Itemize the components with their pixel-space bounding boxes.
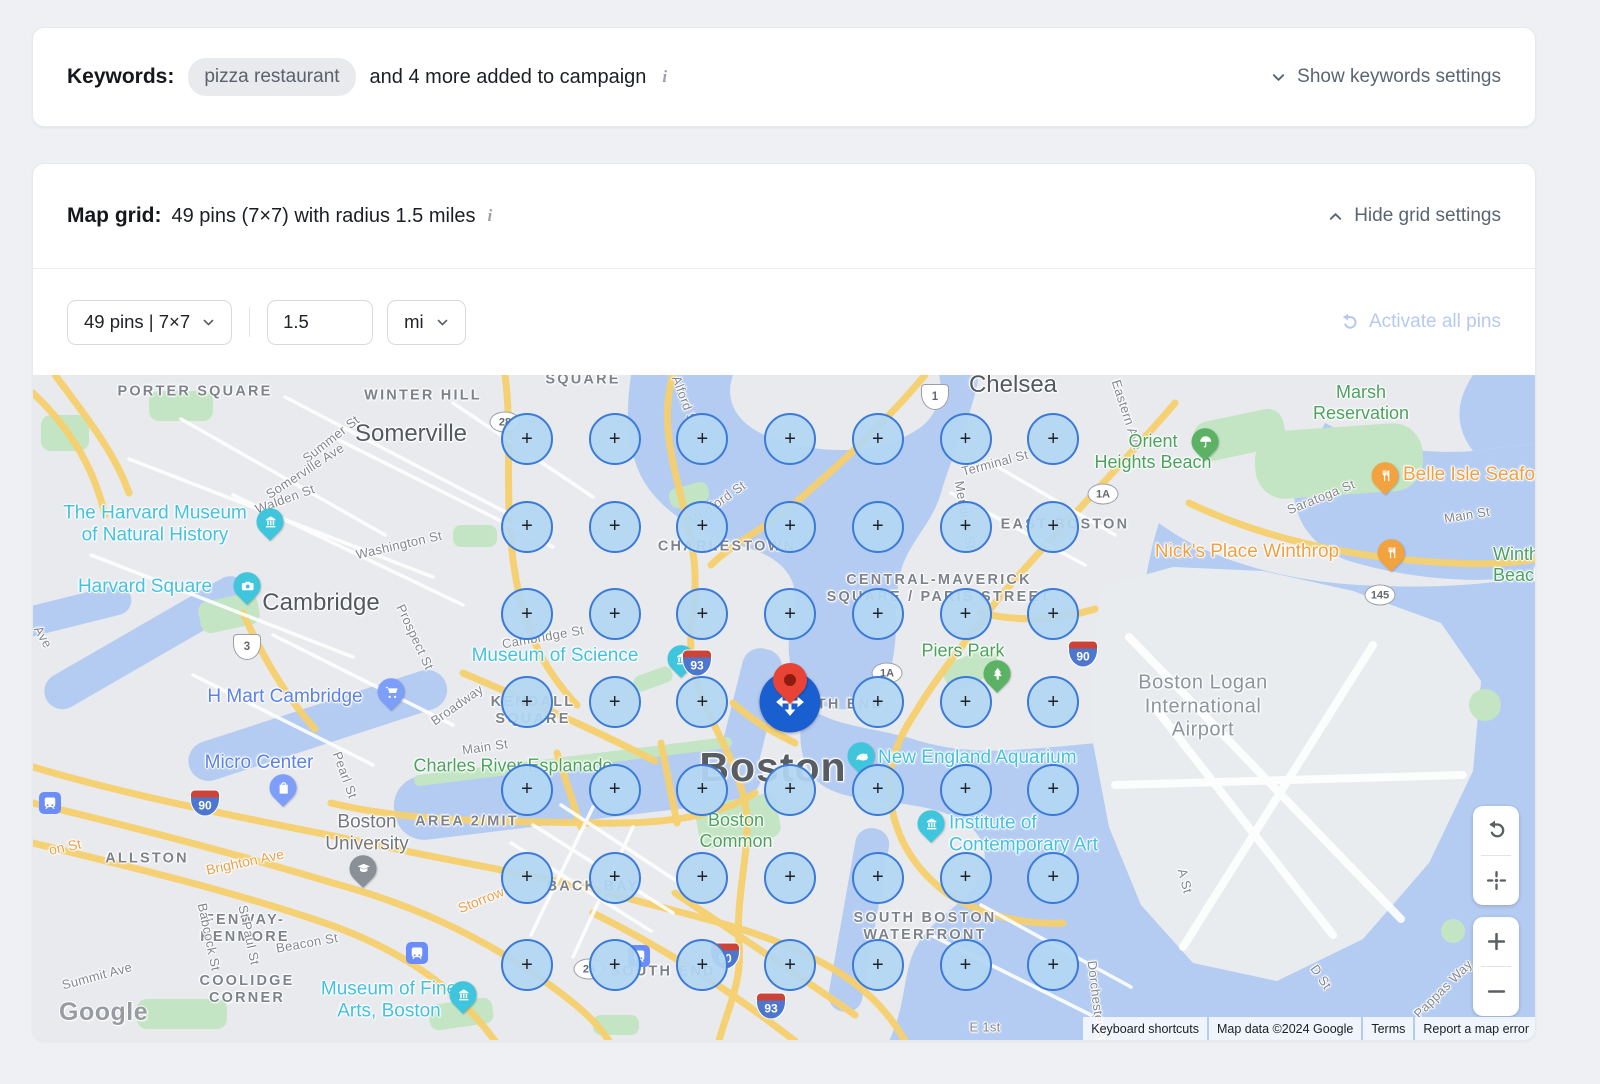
- map-grid-header: Map grid: 49 pins (7×7) with radius 1.5 …: [33, 164, 1535, 269]
- radius-unit-select[interactable]: mi: [387, 300, 466, 345]
- activate-all-pins-label: Activate all pins: [1369, 311, 1501, 333]
- grid-pin-r4-c1[interactable]: +: [501, 676, 553, 728]
- grid-settings-toolbar: 49 pins | 7×7 mi Activate all pins: [33, 269, 1535, 375]
- keyboard-shortcuts-button[interactable]: Keyboard shortcuts: [1083, 1017, 1207, 1041]
- grid-pin-r7-c1[interactable]: +: [501, 939, 553, 991]
- grid-pin-r7-c6[interactable]: +: [940, 939, 992, 991]
- hide-grid-settings-label: Hide grid settings: [1354, 205, 1501, 227]
- pins-count-select[interactable]: 49 pins | 7×7: [67, 300, 232, 345]
- grid-center-move-handle[interactable]: [760, 672, 821, 733]
- toolbar-divider: [249, 307, 250, 337]
- keywords-label: Keywords:: [67, 65, 174, 89]
- activate-all-pins-button[interactable]: Activate all pins: [1340, 311, 1501, 333]
- grid-pin-r4-c5[interactable]: +: [852, 676, 904, 728]
- crosshair-icon: [1486, 870, 1507, 891]
- grid-pin-r5-c6[interactable]: +: [940, 764, 992, 816]
- grid-pin-r6-c3[interactable]: +: [676, 852, 728, 904]
- map-grid-card: Map grid: 49 pins (7×7) with radius 1.5 …: [32, 163, 1536, 1041]
- grid-pin-r6-c7[interactable]: +: [1027, 852, 1079, 904]
- radius-input[interactable]: [267, 300, 373, 345]
- grid-pin-r2-c1[interactable]: +: [501, 501, 553, 553]
- grid-pin-r6-c4[interactable]: +: [764, 852, 816, 904]
- grid-pin-r3-c1[interactable]: +: [501, 588, 553, 640]
- grid-pin-r7-c2[interactable]: +: [589, 939, 641, 991]
- map-grid-label: Map grid:: [67, 204, 162, 228]
- grid-pin-r2-c5[interactable]: +: [852, 501, 904, 553]
- grid-pin-r5-c3[interactable]: +: [676, 764, 728, 816]
- chevron-down-icon: [436, 316, 449, 329]
- map-data-credit: Map data ©2024 Google: [1209, 1017, 1361, 1041]
- chevron-down-icon: [1271, 70, 1286, 85]
- map-attribution: Keyboard shortcuts Map data ©2024 Google…: [1083, 1017, 1536, 1041]
- terms-link[interactable]: Terms: [1363, 1017, 1413, 1041]
- keywords-info-icon[interactable]: i: [660, 67, 669, 87]
- undo-icon: [1486, 820, 1507, 841]
- grid-pin-r2-c3[interactable]: +: [676, 501, 728, 553]
- map-recenter-button[interactable]: [1473, 856, 1519, 905]
- minus-icon: [1486, 981, 1507, 1002]
- map-undo-button[interactable]: [1473, 806, 1519, 855]
- grid-pin-r6-c2[interactable]: +: [589, 852, 641, 904]
- keywords-suffix: and 4 more added to campaign: [370, 66, 647, 89]
- grid-pin-r4-c3[interactable]: +: [676, 676, 728, 728]
- radius-unit-value: mi: [404, 311, 424, 333]
- grid-pin-r7-c5[interactable]: +: [852, 939, 904, 991]
- report-map-error-link[interactable]: Report a map error: [1415, 1017, 1536, 1041]
- grid-pin-r3-c4[interactable]: +: [764, 588, 816, 640]
- zoom-in-button[interactable]: [1473, 917, 1519, 966]
- chevron-down-icon: [202, 316, 215, 329]
- grid-pin-r2-c2[interactable]: +: [589, 501, 641, 553]
- grid-pin-r6-c1[interactable]: +: [501, 852, 553, 904]
- grid-pin-r3-c2[interactable]: +: [589, 588, 641, 640]
- grid-pin-r5-c2[interactable]: +: [589, 764, 641, 816]
- grid-pin-r7-c4[interactable]: +: [764, 939, 816, 991]
- grid-pin-r2-c6[interactable]: +: [940, 501, 992, 553]
- keyword-pill[interactable]: pizza restaurant: [188, 58, 355, 96]
- grid-pin-r1-c3[interactable]: +: [676, 413, 728, 465]
- grid-pin-r2-c4[interactable]: +: [764, 501, 816, 553]
- grid-pin-r5-c5[interactable]: +: [852, 764, 904, 816]
- grid-pin-r1-c1[interactable]: +: [501, 413, 553, 465]
- map[interactable]: PORTER SQUAREWINTER HILLSQUARESomerville…: [33, 375, 1536, 1041]
- keywords-card: Keywords: pizza restaurant and 4 more ad…: [32, 27, 1536, 127]
- keywords-summary: Keywords: pizza restaurant and 4 more ad…: [67, 58, 669, 96]
- map-edit-controls: [1473, 806, 1519, 905]
- grid-pin-r1-c2[interactable]: +: [589, 413, 641, 465]
- map-grid-info-icon[interactable]: i: [486, 206, 495, 226]
- grid-pin-r1-c4[interactable]: +: [764, 413, 816, 465]
- grid-pin-r5-c4[interactable]: +: [764, 764, 816, 816]
- chevron-up-icon: [1328, 209, 1343, 224]
- grid-pin-r1-c7[interactable]: +: [1027, 413, 1079, 465]
- grid-pin-r1-c6[interactable]: +: [940, 413, 992, 465]
- grid-pin-r5-c1[interactable]: +: [501, 764, 553, 816]
- grid-pin-r4-c2[interactable]: +: [589, 676, 641, 728]
- plus-icon: [1486, 931, 1507, 952]
- undo-icon: [1340, 313, 1359, 332]
- map-zoom-controls: [1473, 917, 1519, 1016]
- map-grid-summary: 49 pins (7×7) with radius 1.5 miles: [172, 205, 476, 228]
- google-logo: Google: [59, 998, 148, 1027]
- grid-pin-r3-c7[interactable]: +: [1027, 588, 1079, 640]
- zoom-out-button[interactable]: [1473, 967, 1519, 1016]
- grid-pin-r7-c7[interactable]: +: [1027, 939, 1079, 991]
- grid-pin-r6-c6[interactable]: +: [940, 852, 992, 904]
- grid-pin-r3-c6[interactable]: +: [940, 588, 992, 640]
- hide-grid-settings-button[interactable]: Hide grid settings: [1328, 205, 1501, 227]
- grid-pin-r2-c7[interactable]: +: [1027, 501, 1079, 553]
- grid-pin-r3-c5[interactable]: +: [852, 588, 904, 640]
- grid-pin-r7-c3[interactable]: +: [676, 939, 728, 991]
- grid-pin-r1-c5[interactable]: +: [852, 413, 904, 465]
- grid-pin-r5-c7[interactable]: +: [1027, 764, 1079, 816]
- move-arrows-icon: [772, 684, 809, 721]
- grid-pin-r4-c7[interactable]: +: [1027, 676, 1079, 728]
- grid-pin-r4-c6[interactable]: +: [940, 676, 992, 728]
- grid-pin-r6-c5[interactable]: +: [852, 852, 904, 904]
- pins-count-value: 49 pins | 7×7: [84, 311, 190, 333]
- grid-pin-r3-c3[interactable]: +: [676, 588, 728, 640]
- show-keywords-settings-button[interactable]: Show keywords settings: [1271, 66, 1501, 88]
- show-keywords-settings-label: Show keywords settings: [1297, 66, 1501, 88]
